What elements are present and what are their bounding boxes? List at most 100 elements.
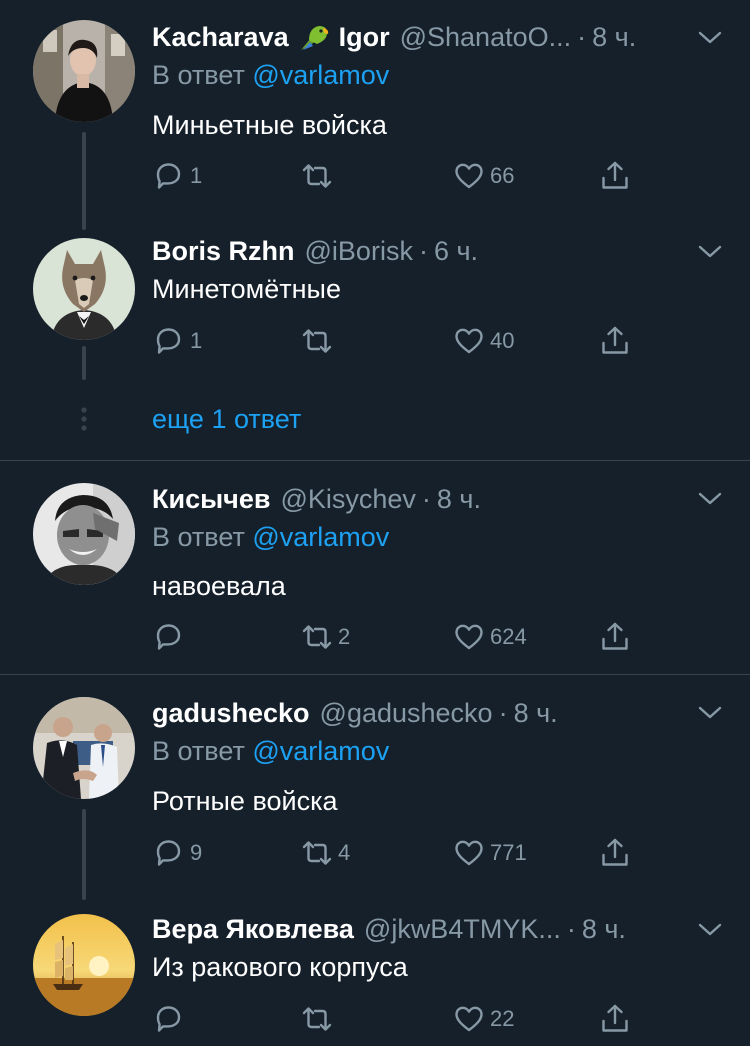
user-handle[interactable]: @iBorisk	[305, 234, 413, 268]
tweet-text: навоевала	[152, 571, 286, 601]
thread-line	[82, 346, 86, 380]
user-handle[interactable]: @jkwB4TMYK...	[364, 912, 561, 946]
reply-to-prefix: В ответ	[152, 522, 245, 552]
separator: ·	[498, 698, 508, 728]
thread-line	[82, 809, 86, 900]
avatar[interactable]	[33, 697, 135, 799]
reply-count: 9	[190, 840, 203, 865]
retweet-button[interactable]	[300, 158, 338, 194]
chevron-down-icon[interactable]	[696, 489, 724, 509]
like-button[interactable]: 40	[452, 323, 514, 359]
share-icon	[602, 1004, 628, 1032]
share-icon	[602, 622, 628, 650]
more-dots-icon	[81, 407, 87, 431]
chevron-down-icon[interactable]	[696, 920, 724, 940]
heart-icon	[455, 624, 483, 650]
show-more-replies[interactable]: еще 1 ответ	[0, 398, 750, 442]
tweet-actions: 1 66	[152, 158, 642, 194]
reply-mention-link[interactable]: @varlamov	[252, 60, 389, 90]
reply-count: 1	[190, 328, 203, 353]
separator: ·	[577, 22, 587, 52]
tweet-header: Kacharava Igor @ShanatoO... · 8 ч.	[152, 20, 690, 54]
heart-icon	[455, 840, 483, 866]
timestamp[interactable]: 8 ч.	[437, 482, 481, 516]
reply-icon	[156, 840, 181, 866]
chevron-down-icon[interactable]	[696, 703, 724, 723]
reply-button[interactable]: 9	[152, 835, 202, 871]
reply-to: В ответ @varlamov	[152, 734, 389, 768]
chevron-down-icon[interactable]	[696, 242, 724, 262]
display-name[interactable]: Кисычев	[152, 482, 270, 516]
reply-to-prefix: В ответ	[152, 736, 245, 766]
retweet-icon	[302, 625, 332, 649]
like-button[interactable]: 22	[452, 1001, 514, 1037]
reply-button[interactable]	[152, 1001, 190, 1037]
reply-icon	[156, 328, 181, 354]
heart-icon	[455, 1006, 483, 1032]
tweet[interactable]: Вера Яковлева @jkwB4TMYK... · 8 ч. Из ра…	[0, 900, 750, 1046]
tweet[interactable]: Кисычев @Kisychev · 8 ч. В ответ @varlam…	[0, 461, 750, 673]
like-button[interactable]: 771	[452, 835, 527, 871]
reply-count: 1	[190, 163, 203, 188]
like-count: 40	[490, 328, 515, 353]
user-handle[interactable]: @Kisychev	[280, 482, 415, 516]
display-name[interactable]: gadushecko	[152, 696, 310, 730]
share-icon	[602, 161, 628, 189]
retweet-button[interactable]: 2	[300, 619, 350, 655]
user-handle[interactable]: @ShanatoO...	[400, 20, 572, 54]
display-name[interactable]: Kacharava	[152, 20, 289, 54]
show-more-link[interactable]: еще 1 ответ	[152, 402, 301, 436]
timestamp[interactable]: 6 ч.	[434, 234, 478, 268]
retweet-icon	[302, 329, 332, 353]
reply-mention-link[interactable]: @varlamov	[252, 736, 389, 766]
retweet-button[interactable]: 4	[300, 835, 350, 871]
tweet-actions: 9 4 771	[152, 835, 642, 871]
retweet-count: 2	[338, 624, 351, 649]
like-button[interactable]: 66	[452, 158, 514, 194]
tweet-text: Из ракового корпуса	[152, 952, 408, 982]
reply-icon	[156, 163, 181, 189]
share-button[interactable]	[598, 323, 632, 359]
reply-button[interactable]	[152, 619, 190, 655]
retweet-icon	[302, 841, 332, 865]
tweet-actions: 2 624	[152, 619, 642, 655]
avatar[interactable]	[33, 914, 135, 1016]
share-button[interactable]	[598, 835, 632, 871]
avatar[interactable]	[33, 238, 135, 340]
chevron-down-icon[interactable]	[696, 28, 724, 48]
reply-button[interactable]: 1	[152, 323, 202, 359]
share-icon	[602, 838, 628, 866]
tweet[interactable]: Boris Rzhn @iBorisk · 6 ч. Минетомётные …	[0, 230, 750, 398]
separator: ·	[418, 236, 428, 266]
avatar[interactable]	[33, 20, 135, 122]
timestamp[interactable]: 8 ч.	[514, 696, 558, 730]
thread-line	[82, 132, 86, 230]
user-handle[interactable]: @gadushecko	[320, 696, 493, 730]
like-count: 624	[490, 624, 527, 649]
tweet-text: Миньетные войска	[152, 110, 387, 140]
share-button[interactable]	[598, 1001, 632, 1037]
share-icon	[602, 326, 628, 354]
tweet-text: Минетомётные	[152, 274, 341, 304]
share-button[interactable]	[598, 619, 632, 655]
retweet-button[interactable]	[300, 323, 338, 359]
display-name[interactable]: Вера Яковлева	[152, 912, 354, 946]
timestamp[interactable]: 8 ч.	[592, 20, 636, 54]
reply-to-prefix: В ответ	[152, 60, 245, 90]
retweet-count: 4	[338, 840, 351, 865]
heart-icon	[455, 328, 483, 354]
display-name[interactable]: Boris Rzhn	[152, 234, 295, 268]
like-count: 66	[490, 163, 515, 188]
separator: ·	[421, 484, 431, 514]
tweet-header: Кисычев @Kisychev · 8 ч.	[152, 482, 690, 516]
avatar[interactable]	[33, 483, 135, 585]
like-button[interactable]: 624	[452, 619, 527, 655]
timestamp[interactable]: 8 ч.	[582, 912, 626, 946]
reply-button[interactable]: 1	[152, 158, 202, 194]
tweet[interactable]: gadushecko @gadushecko · 8 ч. В ответ @v…	[0, 675, 750, 900]
retweet-button[interactable]	[300, 1001, 338, 1037]
tweet[interactable]: Kacharava Igor @ShanatoO... · 8 ч. В отв…	[0, 0, 750, 230]
display-name-suffix[interactable]: Igor	[339, 20, 390, 54]
share-button[interactable]	[598, 158, 632, 194]
reply-mention-link[interactable]: @varlamov	[252, 522, 389, 552]
